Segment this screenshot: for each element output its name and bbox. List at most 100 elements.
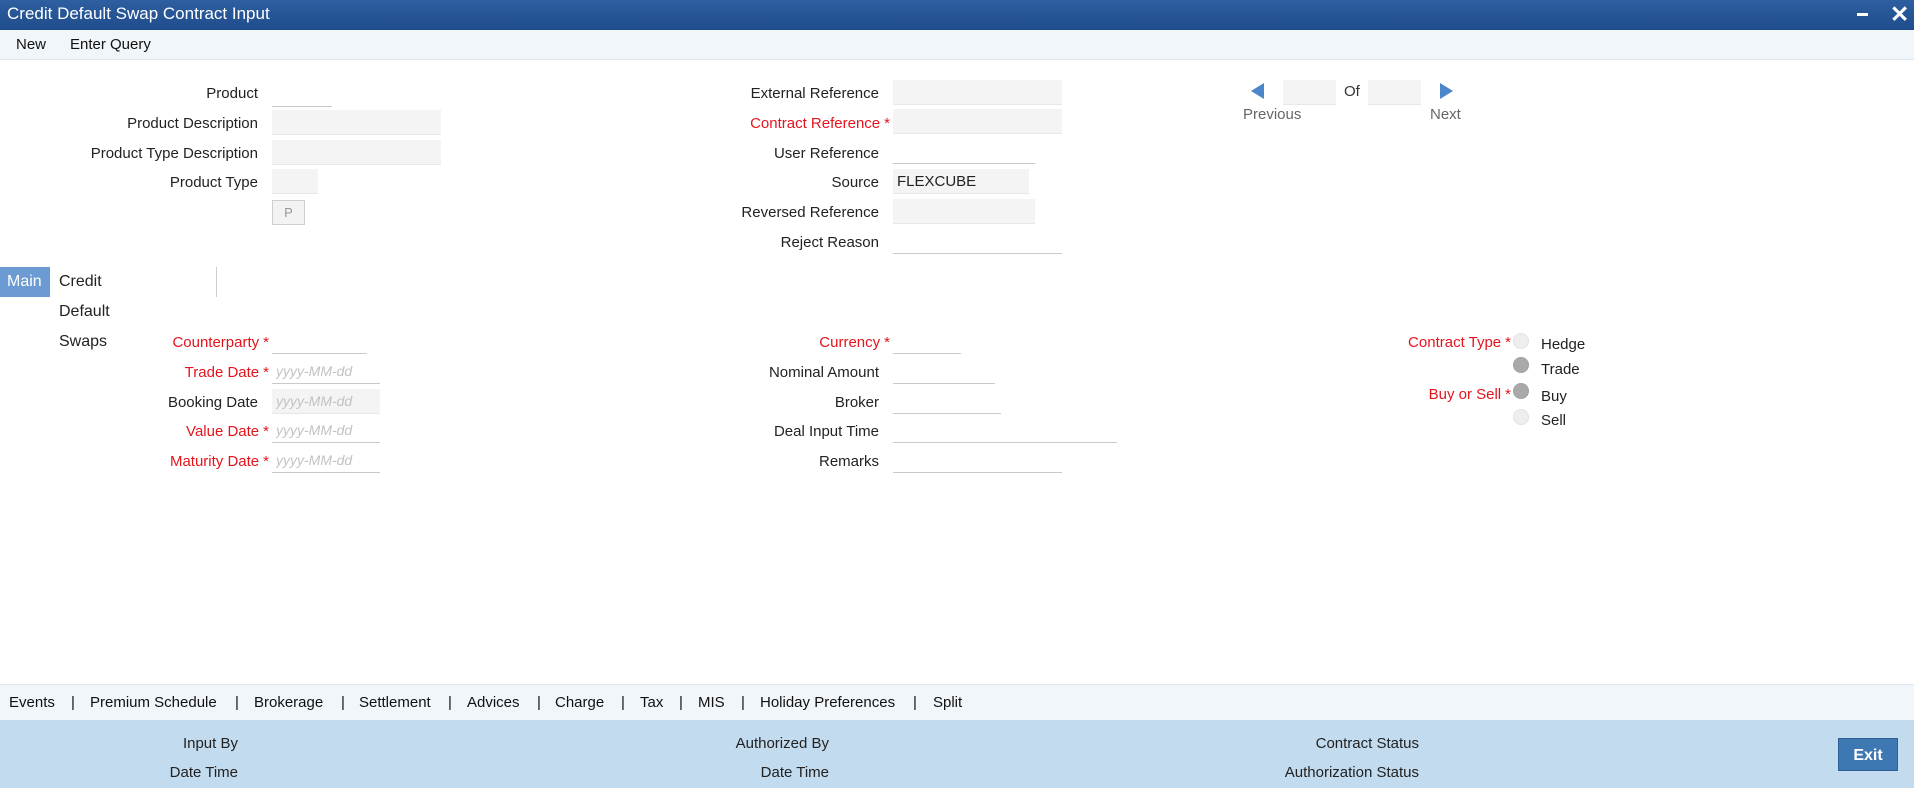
maturity-date-field[interactable]	[272, 448, 380, 473]
buy-or-sell-label-group: Buy or Sell *	[1429, 386, 1511, 403]
link-separator: |	[913, 694, 917, 711]
required-marker: *	[263, 334, 269, 351]
buy-label: Buy	[1541, 388, 1567, 405]
minimize-icon[interactable]	[1857, 13, 1868, 16]
previous-button[interactable]: Previous	[1243, 106, 1301, 123]
maturity-date-label: Maturity Date	[169, 453, 260, 470]
external-reference-field[interactable]	[893, 80, 1062, 105]
deal-input-time-label: Deal Input Time	[773, 423, 879, 440]
previous-arrow-icon[interactable]	[1251, 83, 1264, 99]
contract-type-label-group: Contract Type *	[1408, 334, 1511, 351]
tab-main[interactable]: Main	[0, 267, 50, 297]
product-type-field[interactable]	[272, 169, 318, 194]
required-marker: *	[1505, 386, 1511, 403]
trade-radio[interactable]	[1513, 357, 1529, 373]
hedge-label: Hedge	[1541, 336, 1586, 353]
value-date-label: Value Date	[186, 423, 260, 440]
booking-date-label: Booking Date	[167, 394, 258, 411]
product-type-description-field[interactable]	[272, 140, 441, 165]
link-separator: |	[235, 694, 239, 711]
product-description-field[interactable]	[272, 110, 441, 135]
link-separator: |	[537, 694, 541, 711]
tab-divider	[216, 267, 217, 297]
window-title: Credit Default Swap Contract Input	[7, 4, 270, 23]
current-record-field[interactable]	[1283, 80, 1336, 105]
contract-reference-label-group: Contract Reference *	[750, 115, 890, 132]
required-marker: *	[263, 453, 269, 470]
counterparty-label-group: Counterparty *	[172, 334, 269, 351]
value-date-label-group: Value Date *	[186, 423, 269, 440]
toolbar: New Enter Query	[0, 30, 1914, 60]
reversed-reference-label: Reversed Reference	[741, 204, 879, 221]
authorized-by-label: Authorized By	[735, 735, 829, 752]
nominal-amount-label: Nominal Amount	[768, 364, 879, 381]
tax-link[interactable]: Tax	[640, 694, 663, 711]
remarks-field[interactable]	[893, 448, 1062, 473]
counterparty-label: Counterparty	[172, 334, 260, 351]
link-separator: |	[448, 694, 452, 711]
source-label: Source	[831, 174, 879, 191]
trade-label: Trade	[1541, 361, 1580, 378]
hedge-radio[interactable]	[1513, 333, 1529, 349]
product-label: Product	[206, 85, 258, 102]
deal-input-time-field[interactable]	[893, 418, 1117, 443]
product-field[interactable]	[272, 82, 332, 107]
brokerage-link[interactable]: Brokerage	[254, 694, 323, 711]
mis-link[interactable]: MIS	[698, 694, 725, 711]
user-reference-field[interactable]	[893, 139, 1035, 164]
reject-reason-field[interactable]	[893, 229, 1062, 254]
required-marker: *	[884, 115, 890, 132]
settlement-link[interactable]: Settlement	[359, 694, 431, 711]
remarks-label: Remarks	[818, 453, 879, 470]
events-link[interactable]: Events	[9, 694, 55, 711]
premium-schedule-link[interactable]: Premium Schedule	[90, 694, 217, 711]
advices-link[interactable]: Advices	[467, 694, 520, 711]
counterparty-field[interactable]	[272, 329, 367, 354]
buy-or-sell-label: Buy or Sell	[1428, 386, 1502, 403]
of-label: Of	[1344, 83, 1360, 100]
contract-reference-field[interactable]	[893, 109, 1062, 134]
charge-link[interactable]: Charge	[555, 694, 604, 711]
sell-radio[interactable]	[1513, 409, 1529, 425]
currency-label-group: Currency *	[819, 334, 890, 351]
link-separator: |	[71, 694, 75, 711]
product-type-label: Product Type	[169, 174, 258, 191]
maturity-date-label-group: Maturity Date *	[170, 453, 269, 470]
broker-field[interactable]	[893, 389, 1001, 414]
booking-date-field[interactable]	[272, 389, 380, 414]
currency-field[interactable]	[893, 329, 961, 354]
total-records-field[interactable]	[1368, 80, 1421, 105]
link-separator: |	[679, 694, 683, 711]
value-date-field[interactable]	[272, 418, 380, 443]
date-time-label: Date Time	[169, 764, 238, 781]
tab-credit-default-swaps[interactable]: Credit Default Swaps	[52, 267, 117, 350]
product-description-label: Product Description	[127, 115, 258, 132]
holiday-preferences-link[interactable]: Holiday Preferences	[760, 694, 895, 711]
title-bar: Credit Default Swap Contract Input ✕	[0, 0, 1914, 30]
buy-radio[interactable]	[1513, 383, 1529, 399]
link-separator: |	[341, 694, 345, 711]
split-link[interactable]: Split	[933, 694, 962, 711]
exit-button[interactable]: Exit	[1838, 738, 1898, 771]
trade-date-field[interactable]	[272, 359, 380, 384]
trade-date-label-group: Trade Date *	[185, 364, 269, 381]
contract-status-label: Contract Status	[1315, 735, 1419, 752]
next-arrow-icon[interactable]	[1440, 83, 1453, 99]
link-separator: |	[621, 694, 625, 711]
reject-reason-label: Reject Reason	[780, 234, 879, 251]
p-button[interactable]: P	[272, 200, 305, 225]
trade-date-label: Trade Date	[184, 364, 260, 381]
close-icon[interactable]: ✕	[1890, 1, 1909, 27]
subsystem-links-bar: Events | Premium Schedule | Brokerage | …	[0, 684, 1914, 720]
required-marker: *	[263, 364, 269, 381]
new-button[interactable]: New	[16, 36, 46, 53]
audit-footer: Input By Date Time Authorized By Date Ti…	[0, 720, 1914, 788]
enter-query-button[interactable]: Enter Query	[70, 36, 151, 53]
source-field[interactable]	[893, 169, 1029, 194]
reversed-reference-field[interactable]	[893, 199, 1035, 224]
nominal-amount-field[interactable]	[893, 359, 995, 384]
broker-label: Broker	[834, 394, 879, 411]
required-marker: *	[263, 423, 269, 440]
currency-label: Currency	[819, 334, 881, 351]
next-button[interactable]: Next	[1430, 106, 1461, 123]
